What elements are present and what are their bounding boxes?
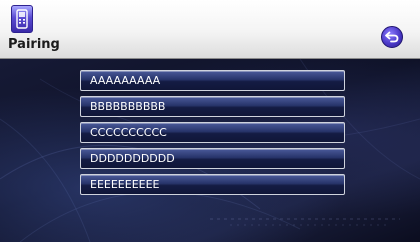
device-list-item[interactable]: DDDDDDDDDD [80, 148, 345, 169]
header-bar: Pairing [0, 0, 420, 59]
phone-icon [11, 5, 33, 33]
page-title: Pairing [8, 37, 60, 52]
device-list-item[interactable]: BBBBBBBBBB [80, 96, 345, 117]
pairing-screen: Pairing AAAAAAAAA BBBBBBBBBB CCCCCCCCCC … [0, 0, 420, 242]
device-name: AAAAAAAAA [90, 74, 161, 87]
device-list-area: AAAAAAAAA BBBBBBBBBB CCCCCCCCCC DDDDDDDD… [0, 59, 420, 242]
back-arrow-icon [385, 31, 399, 43]
device-name: CCCCCCCCCC [90, 126, 167, 139]
device-list-item[interactable]: CCCCCCCCCC [80, 122, 345, 143]
device-name: DDDDDDDDDD [90, 152, 175, 165]
device-list: AAAAAAAAA BBBBBBBBBB CCCCCCCCCC DDDDDDDD… [80, 70, 345, 200]
back-button[interactable] [381, 26, 403, 48]
device-list-item[interactable]: EEEEEEEEEE [80, 174, 345, 195]
device-name: BBBBBBBBBB [90, 100, 166, 113]
device-list-item[interactable]: AAAAAAAAA [80, 70, 345, 91]
device-name: EEEEEEEEEE [90, 178, 160, 191]
